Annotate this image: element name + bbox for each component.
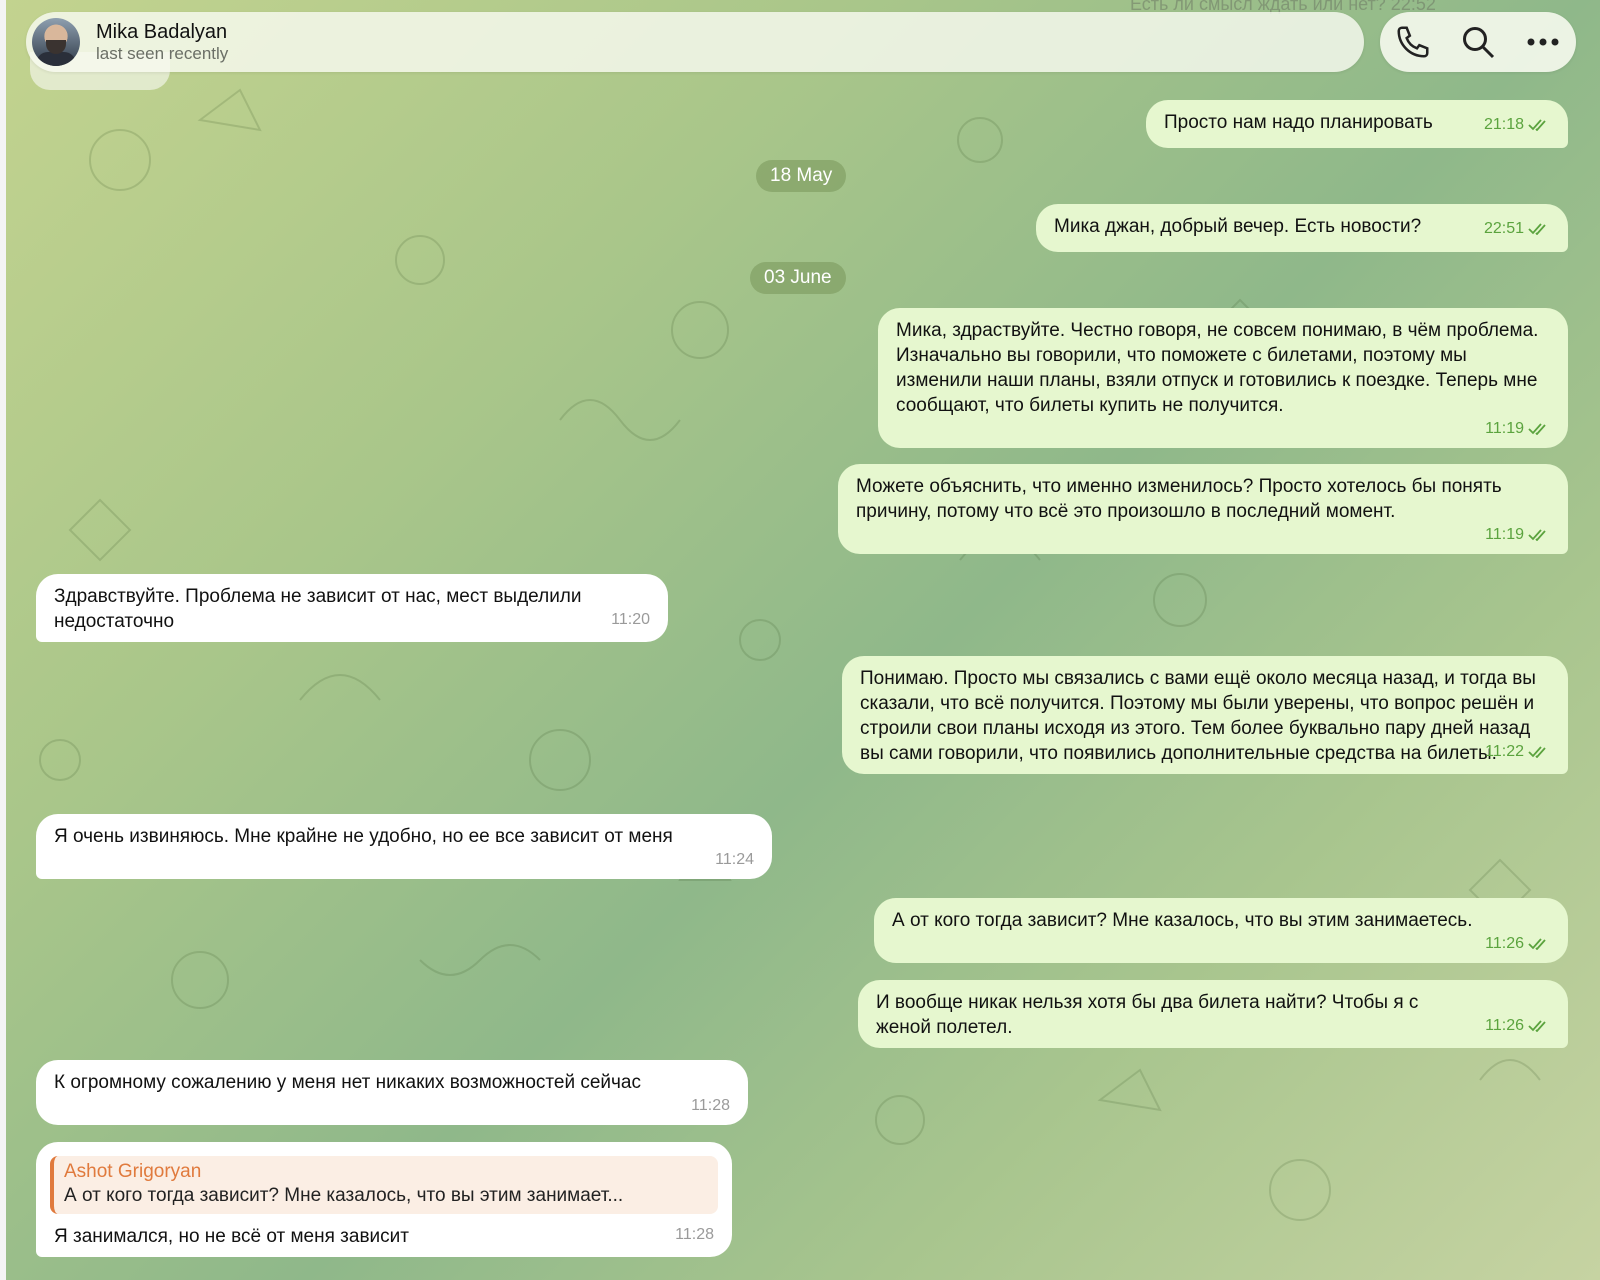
chat-header[interactable]: Mika Badalyan last seen recently [26, 12, 1364, 72]
message-time: 11:28 [675, 1226, 714, 1243]
contact-info[interactable]: Mika Badalyan last seen recently [96, 20, 228, 64]
reply-quote[interactable]: Ashot Grigoryan А от кого тогда зависит?… [50, 1156, 718, 1214]
double-check-icon [1528, 223, 1546, 235]
message-time: 11:19 [856, 524, 1550, 546]
message-text: Мика, здраствуйте. Честно говоря, не сов… [896, 320, 1544, 416]
double-check-icon [1528, 746, 1546, 758]
outgoing-message[interactable]: Мика джан, добрый вечер. Есть новости? 2… [1036, 204, 1568, 252]
date-separator: 03 June [750, 262, 846, 294]
message-text: Можете объяснить, что именно изменилось?… [856, 476, 1507, 522]
incoming-message[interactable]: Я очень извиняюсь. Мне крайне не удобно,… [36, 814, 772, 879]
outgoing-message[interactable]: И вообще никак нельзя хотя бы два билета… [858, 980, 1568, 1048]
search-icon[interactable] [1456, 20, 1500, 64]
phone-icon[interactable] [1391, 20, 1435, 64]
message-text: Я занимался, но не всё от меня зависит [54, 1226, 409, 1247]
more-icon[interactable] [1521, 20, 1565, 64]
double-check-icon [1528, 1020, 1546, 1032]
incoming-message[interactable]: Ashot Grigoryan А от кого тогда зависит?… [36, 1142, 732, 1257]
message-time: 21:18 [1484, 112, 1550, 137]
contact-name: Mika Badalyan [96, 21, 228, 43]
double-check-icon [1528, 423, 1546, 435]
message-time: 11:24 [715, 851, 754, 868]
message-time: 11:19 [896, 418, 1550, 440]
double-check-icon [1528, 529, 1546, 541]
outgoing-message[interactable]: Просто нам надо планировать 21:18 [1146, 100, 1568, 148]
double-check-icon [1528, 938, 1546, 950]
reply-text: А от кого тогда зависит? Мне казалось, ч… [64, 1185, 624, 1206]
message-time: 11:28 [691, 1097, 730, 1114]
message-time: 22:51 [1484, 216, 1550, 241]
incoming-message[interactable]: Здравствуйте. Проблема не зависит от нас… [36, 574, 668, 642]
avatar[interactable] [32, 18, 80, 66]
message-text: Понимаю. Просто мы связались с вами ещё … [860, 668, 1542, 764]
outgoing-message[interactable]: Мика, здраствуйте. Честно говоря, не сов… [878, 308, 1568, 448]
reply-author: Ashot Grigoryan [64, 1161, 202, 1182]
message-time: 11:26 [892, 933, 1550, 955]
outgoing-message[interactable]: Можете объяснить, что именно изменилось?… [838, 464, 1568, 554]
window-edge [0, 0, 6, 1280]
header-actions [1380, 12, 1576, 72]
message-time: 11:26 [1485, 1013, 1550, 1038]
outgoing-message[interactable]: Понимаю. Просто мы связались с вами ещё … [842, 656, 1568, 774]
date-separator: 18 May [756, 160, 847, 192]
message-time: 11:20 [611, 611, 650, 628]
message-text: Я очень извиняюсь. Мне крайне не удобно,… [54, 826, 673, 847]
message-text: Просто нам надо планировать [1164, 112, 1433, 133]
message-text: Здравствуйте. Проблема не зависит от нас… [54, 586, 587, 632]
double-check-icon [1528, 119, 1546, 131]
message-text: К огромному сожалению у меня нет никаких… [54, 1072, 641, 1093]
message-text: А от кого тогда зависит? Мне казалось, ч… [892, 910, 1473, 931]
outgoing-message[interactable]: А от кого тогда зависит? Мне казалось, ч… [874, 898, 1568, 963]
message-time: 11:22 [1485, 739, 1550, 764]
message-text: Мика джан, добрый вечер. Есть новости? [1054, 216, 1422, 237]
incoming-message[interactable]: К огромному сожалению у меня нет никаких… [36, 1060, 748, 1125]
contact-status: last seen recently [96, 44, 229, 63]
message-text: И вообще никак нельзя хотя бы два билета… [876, 992, 1424, 1038]
